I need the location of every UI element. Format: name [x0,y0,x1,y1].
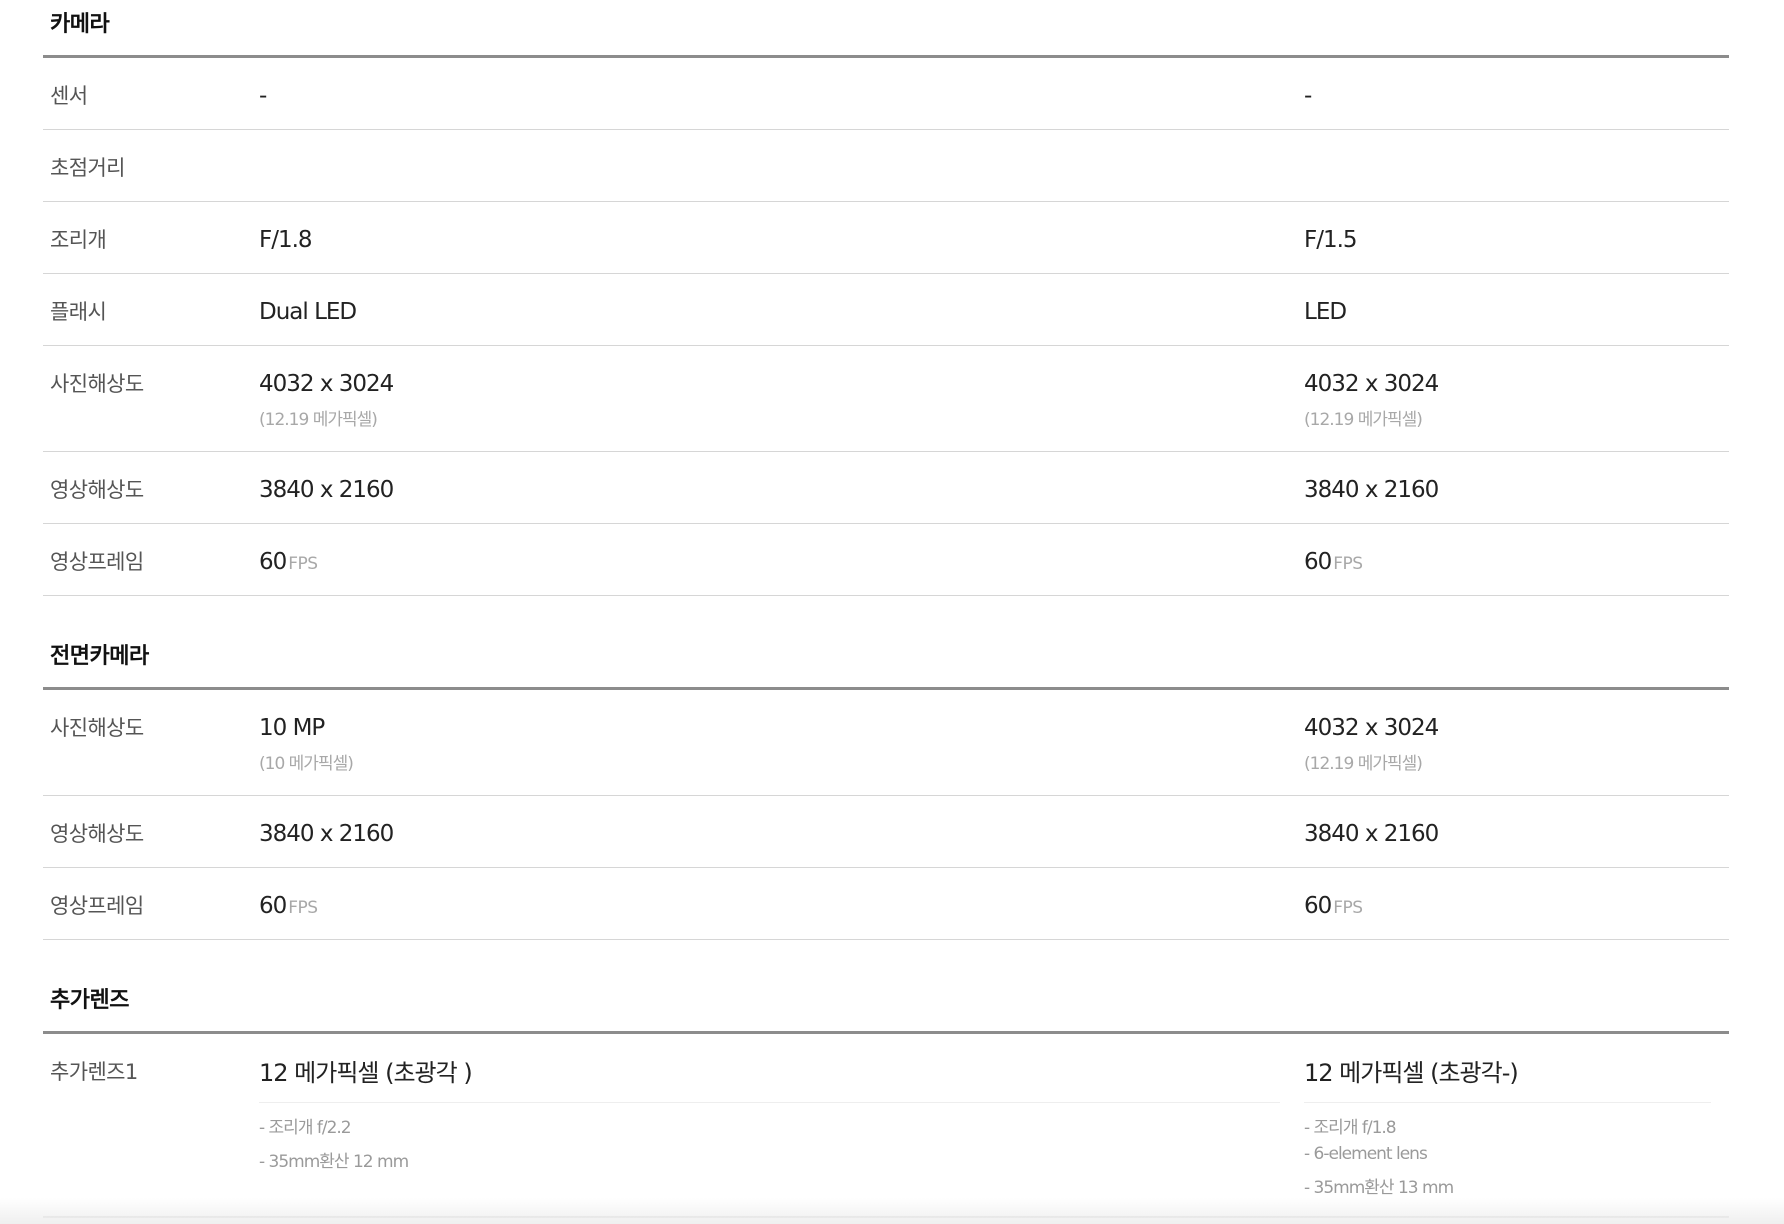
spec-row-flash: 플래시 Dual LED LED [43,274,1729,346]
row-label: 조리개 [50,228,107,252]
row-label: 센서 [50,84,88,108]
value-device-2: 60 FPS [1304,892,1729,922]
row-label: 초점거리 [50,156,125,180]
row-label: 영상해상도 [50,478,144,502]
value-device-2: F/1.5 [1304,227,1358,253]
spec-row-focal-length: 초점거리 [43,130,1729,202]
fps-number: 60 [1304,549,1332,575]
spec-row-extra-lens-1: 추가렌즈1 12 메가픽셀 (초광각 ) - 조리개 f/2.2 - 35mm환… [43,1034,1729,1218]
spec-row-aperture: 조리개 F/1.8 F/1.5 [43,202,1729,274]
lens-note: - 35mm환산 12 mm [259,1152,409,1172]
fps-unit: FPS [1333,554,1363,574]
spec-row-photo-resolution: 사진해상도 10 MP (10 메가픽셀) 4032 x 3024 (12.19… [43,690,1729,796]
section-title-camera: 카메라 [43,0,1729,58]
value-device-2: 3840 x 2160 [1304,477,1439,503]
row-label: 영상프레임 [50,550,144,574]
value-device-2: 3840 x 2160 [1304,821,1439,847]
spec-row-sensor: 센서 - - [43,58,1729,130]
spec-row-photo-resolution: 사진해상도 4032 x 3024 (12.19 메가픽셀) 4032 x 30… [43,346,1729,452]
row-label: 사진해상도 [50,716,144,740]
section-title-front-camera: 전면카메라 [43,596,1729,690]
row-label: 추가렌즈1 [50,1060,138,1084]
value-device-1: - [259,83,267,109]
value-device-1: 10 MP [259,715,325,741]
row-label: 영상프레임 [50,894,144,918]
fps-number: 60 [259,549,287,575]
lens-headline-device-2: 12 메가픽셀 (초광각-) [1304,1058,1711,1103]
lens-notes-device-1: - 조리개 f/2.2 - 35mm환산 12 mm [259,1115,1280,1175]
value-device-1: 3840 x 2160 [259,821,394,847]
value-sub-device-2: (12.19 메가픽셀) [1304,754,1423,774]
value-device-1: 60 FPS [259,892,1304,922]
row-label: 사진해상도 [50,372,144,396]
bottom-scroll-fade [0,1198,1784,1224]
fps-unit: FPS [288,898,318,918]
lens-headline-device-1: 12 메가픽셀 (초광각 ) [259,1058,1280,1103]
fps-number: 60 [1304,893,1332,919]
value-device-2: - [1304,83,1312,109]
row-label: 플래시 [50,300,107,324]
lens-note: - 6-element lens [1304,1144,1428,1164]
value-device-1: 4032 x 3024 [259,371,394,397]
value-device-1: 3840 x 2160 [259,477,394,503]
row-label: 영상해상도 [50,822,144,846]
lens-note: - 조리개 f/2.2 [259,1118,352,1138]
fps-unit: FPS [288,554,318,574]
fps-number: 60 [259,893,287,919]
value-device-2: LED [1304,299,1347,325]
spec-row-video-framerate: 영상프레임 60 FPS 60 FPS [43,524,1729,596]
value-sub-device-1: (12.19 메가픽셀) [259,410,378,430]
section-title-extra-lens: 추가렌즈 [43,940,1729,1034]
spec-row-video-resolution: 영상해상도 3840 x 2160 3840 x 2160 [43,452,1729,524]
spec-row-video-framerate: 영상프레임 60 FPS 60 FPS [43,868,1729,940]
value-device-2: 60 FPS [1304,548,1729,578]
value-device-1: F/1.8 [259,227,313,253]
value-device-2: 4032 x 3024 [1304,715,1439,741]
value-sub-device-1: (10 메가픽셀) [259,754,354,774]
value-sub-device-2: (12.19 메가픽셀) [1304,410,1423,430]
fps-unit: FPS [1333,898,1363,918]
value-device-2: 4032 x 3024 [1304,371,1439,397]
value-device-1: 60 FPS [259,548,1304,578]
spec-row-video-resolution: 영상해상도 3840 x 2160 3840 x 2160 [43,796,1729,868]
spec-comparison-table: 카메라 센서 - - 초점거리 조리개 F/1.8 F/1.5 플래시 Dual… [43,0,1729,1218]
lens-note: - 조리개 f/1.8 [1304,1118,1397,1138]
value-device-1: Dual LED [259,299,357,325]
lens-notes-device-2: - 조리개 f/1.8 - 6-element lens - 35mm환산 13… [1304,1115,1711,1201]
